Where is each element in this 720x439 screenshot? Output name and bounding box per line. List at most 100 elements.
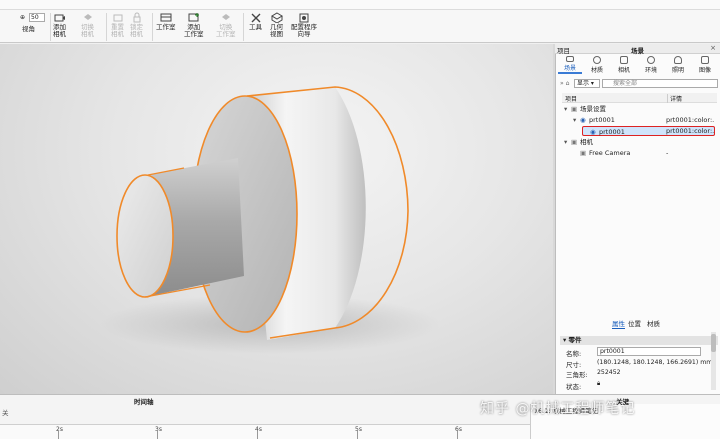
lock-camera-label: 锁定 相机 [130,23,143,38]
triangles-label: 三角形: [566,371,588,379]
tab-camera[interactable]: 相机 [612,55,636,74]
add-studio-label: 添加 工作室 [184,23,204,38]
ribbon-toolbar: ⊕ 50 视角 添加 相机 切换 相机 重置 相机 锁定 相机 工作室 添加 工… [0,10,720,43]
visibility-eye-icon[interactable]: ◉ [590,127,599,137]
studio-add-icon [188,13,199,22]
view-button[interactable]: 视角 [22,26,35,33]
property-subtabs: 属性 位置 材质 [606,318,666,329]
lock-camera-button[interactable]: 锁定 相机 [130,12,143,38]
timeline-tick-mark [157,431,158,439]
studio-button[interactable]: 工作室 [156,12,176,31]
config-wizard-label: 配置程序 向导 [291,23,317,38]
subtab-position[interactable]: 位置 [628,318,641,328]
divider [152,13,153,41]
tab-image[interactable]: 图像 [693,55,717,74]
reset-camera-icon [113,14,122,22]
switch-studio-label: 切换 工作室 [216,23,236,38]
material-icon [593,56,601,64]
model-render [100,86,440,354]
arrows-icon [221,14,230,20]
col-item: 项目 [565,96,578,103]
panel-searchbar: » ⌂ 显示 ▾ ⌕ 搜索全部 [560,78,718,89]
col-detail: 详情 [667,94,682,103]
timeline-ruler[interactable] [0,424,530,439]
top-strip [0,0,720,10]
add-camera-button[interactable]: 添加 相机 [53,12,66,38]
divider [106,13,107,41]
watermark: 知乎 @机械工程师笔记 [480,401,636,417]
panel-title-left: 项目 [557,47,570,55]
tools-icon [251,13,260,23]
tree-row[interactable]: ▾ ◉ prt0001 [573,115,673,125]
timeline-tick-mark [58,431,59,439]
tree-row[interactable]: ▣ Free Camera [573,148,673,158]
folder-icon: ▣ [571,105,578,113]
geometry-view-button[interactable]: 几何 视图 [270,12,283,38]
expand-toggle-icon[interactable]: ▾ [564,137,571,147]
part-section-title: 零件 [568,336,582,344]
switch-camera-button[interactable]: 切换 相机 [81,12,94,38]
scrollbar-thumb[interactable] [711,334,716,352]
tree-row[interactable]: ▾ ▣ 相机 [564,137,664,147]
switch-studio-button[interactable]: 切换 工作室 [216,12,236,38]
search-input[interactable]: 搜索全部 [602,79,718,88]
tree-row-label: prt0001 [599,128,625,136]
studio-icon [160,13,172,22]
camera-icon: ▣ [580,149,587,157]
camera-add-icon [54,14,65,22]
lock-icon [133,12,140,23]
geometry-icon [270,12,283,23]
display-select-value: 显示 [577,80,590,87]
close-icon[interactable]: × [710,44,716,52]
tab-environment[interactable]: 环境 [639,55,663,74]
size-value: (180.1248, 180.1248, 166.2691) mm [597,359,713,366]
camera-icon [620,56,628,64]
add-studio-button[interactable]: 添加 工作室 [184,12,204,38]
timeline-tick-mark [357,431,358,439]
folder-icon: ▣ [571,138,578,146]
tree-row[interactable]: ▾ ▣ 场景设置 [564,104,664,114]
reset-camera-label: 重置 相机 [111,23,124,38]
tree-row-detail: prt0001:color:... [666,116,714,124]
panel-titlebar: 项目 场景 × [555,44,720,55]
state-lock-icon[interactable]: 🔒︎ [597,380,600,388]
tree-row-detail: prt0001:color:... [666,127,714,135]
tab-materials[interactable]: 材质 [585,55,609,74]
state-label: 状态: [566,383,582,391]
tab-label: 相机 [617,67,630,74]
3d-viewport[interactable] [0,44,553,394]
tools-button[interactable]: 工具 [249,12,262,31]
image-icon [701,56,709,64]
geometry-view-label: 几何 视图 [270,23,283,38]
tree-row-detail: - [666,149,669,157]
reset-camera-button[interactable]: 重置 相机 [111,12,124,38]
triangles-value: 252452 [597,369,621,376]
part-section-header[interactable]: ▾ 零件 [560,336,718,345]
zoom-icon: ⊕ [20,14,26,21]
timeline-tick-mark [257,431,258,439]
subtab-properties[interactable]: 属性 [612,318,625,329]
arrows-icon [83,14,92,20]
environment-icon [647,56,655,64]
subtab-material[interactable]: 材质 [647,318,660,328]
scene-icon [566,56,574,62]
visibility-eye-icon[interactable]: ◉ [580,115,589,125]
config-wizard-button[interactable]: 配置程序 向导 [291,12,317,38]
panel-tabs: 场景 材质 相机 环境 照明 图像 [558,55,720,75]
expand-toggle-icon[interactable]: ▾ [573,115,580,125]
expand-icon[interactable]: » ⌂ [560,80,569,87]
expand-toggle-icon[interactable]: ▾ [564,104,571,114]
tab-label: 环境 [644,67,657,74]
properties-scrollbar[interactable] [711,332,716,390]
tab-scene[interactable]: 场景 [558,55,582,74]
divider [50,13,51,41]
panel-title: 场景 [631,47,644,55]
timeline-tick-mark [457,431,458,439]
tab-lighting[interactable]: 照明 [666,55,690,74]
tree-row-label: Free Camera [589,149,631,157]
display-select[interactable]: 显示 ▾ [574,79,600,88]
zoom-input[interactable]: 50 [29,13,45,22]
tree-row-label: 场景设置 [580,105,606,113]
name-field[interactable]: prt0001 [597,347,701,356]
divider [243,13,244,41]
